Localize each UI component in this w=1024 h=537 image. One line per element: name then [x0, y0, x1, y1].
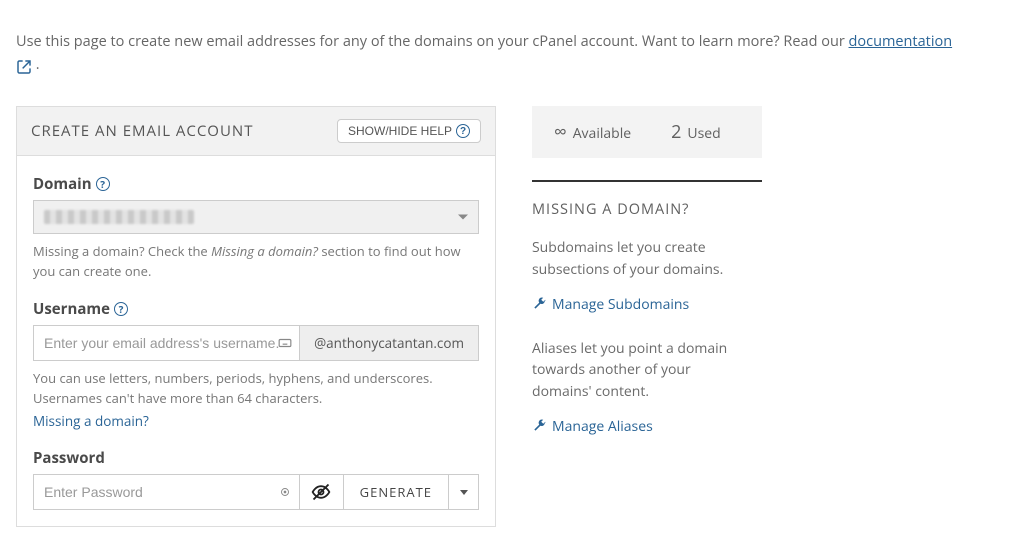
reveal-password-button[interactable]	[300, 474, 344, 510]
username-label: Username ?	[33, 299, 479, 319]
domain-value-redacted	[44, 210, 194, 224]
wrench-icon	[532, 297, 546, 311]
quota-stats: ∞ Available 2 Used	[532, 106, 762, 158]
manage-subdomains-link[interactable]: Manage Subdomains	[532, 295, 689, 314]
available-label: Available	[573, 124, 631, 143]
username-input[interactable]	[33, 325, 300, 361]
keyboard-icon	[278, 336, 292, 350]
panel-heading: CREATE AN EMAIL ACCOUNT SHOW/HIDE HELP ?	[17, 107, 495, 156]
sidebar: ∞ Available 2 Used MISSING A DOMAIN? Sub…	[532, 106, 812, 459]
help-icon: ?	[456, 124, 470, 138]
domain-hint: Missing a domain? Check the Missing a do…	[33, 242, 479, 281]
password-input[interactable]	[33, 474, 300, 510]
domain-select[interactable]	[33, 200, 479, 234]
intro-period: .	[32, 55, 40, 74]
intro-text-before: Use this page to create new email addres…	[16, 32, 849, 51]
chevron-down-icon	[460, 490, 468, 495]
stat-used: 2 Used	[671, 120, 721, 144]
stat-available: ∞ Available	[554, 120, 631, 144]
password-label: Password	[33, 448, 479, 468]
username-hint: You can use letters, numbers, periods, h…	[33, 369, 479, 408]
manage-aliases-label: Manage Aliases	[552, 417, 653, 436]
subdomains-text: Subdomains let you create subsections of…	[532, 237, 752, 280]
wrench-icon	[532, 419, 546, 433]
eye-off-icon	[311, 482, 331, 502]
chevron-down-icon	[458, 215, 468, 220]
used-value: 2	[671, 120, 681, 144]
generate-password-button[interactable]: GENERATE	[344, 474, 449, 510]
manage-subdomains-label: Manage Subdomains	[552, 295, 689, 314]
panel-title: CREATE AN EMAIL ACCOUNT	[31, 121, 253, 141]
create-email-panel: CREATE AN EMAIL ACCOUNT SHOW/HIDE HELP ?…	[16, 106, 496, 527]
missing-domain-link[interactable]: Missing a domain?	[33, 412, 479, 430]
help-icon[interactable]: ?	[114, 302, 128, 316]
target-icon	[278, 485, 292, 499]
used-label: Used	[687, 124, 720, 143]
toggle-help-button[interactable]: SHOW/HIDE HELP ?	[337, 119, 481, 143]
help-icon[interactable]: ?	[96, 177, 110, 191]
documentation-link[interactable]: documentation	[849, 32, 953, 51]
manage-aliases-link[interactable]: Manage Aliases	[532, 417, 653, 436]
missing-domain-heading: MISSING A DOMAIN?	[532, 200, 812, 219]
available-value: ∞	[554, 120, 567, 144]
intro-text: Use this page to create new email addres…	[16, 30, 1008, 76]
username-domain-suffix: @anthonycatantan.com	[300, 325, 479, 361]
divider	[532, 180, 762, 182]
toggle-help-label: SHOW/HIDE HELP	[348, 124, 452, 138]
generate-options-button[interactable]	[449, 474, 479, 510]
aliases-text: Aliases let you point a domain towards a…	[532, 338, 752, 403]
domain-label: Domain ?	[33, 174, 479, 194]
generate-label: GENERATE	[360, 483, 432, 501]
external-link-icon	[16, 59, 32, 75]
